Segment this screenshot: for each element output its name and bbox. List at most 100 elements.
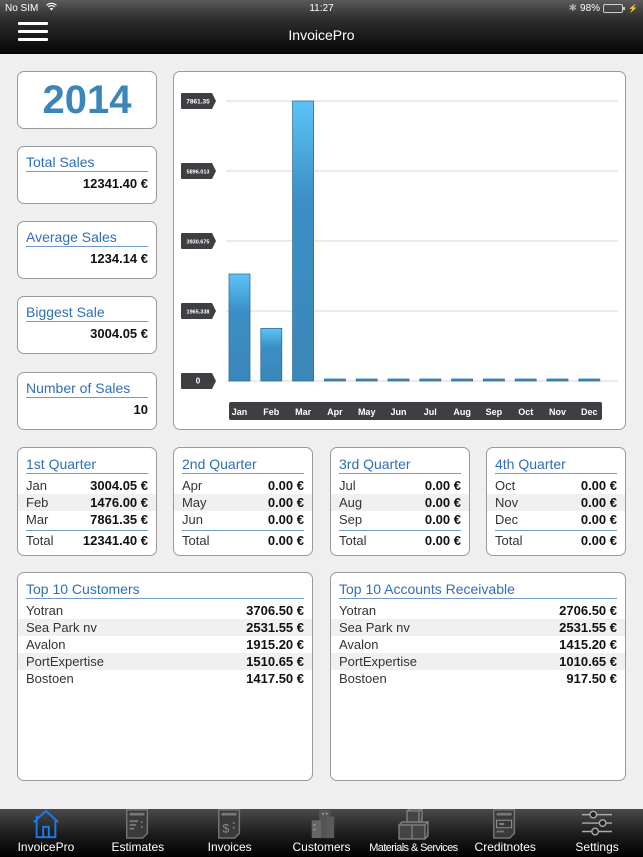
bar-sep[interactable] — [482, 378, 505, 382]
tab-estimates[interactable]: Estimates — [92, 809, 184, 857]
list-item[interactable]: Avalon 1415.20 € — [331, 636, 625, 653]
quarter-title: 3rd Quarter — [339, 456, 461, 474]
customer-name: Yotran — [339, 603, 377, 618]
total-label: Total — [26, 533, 54, 548]
stat-label: Average Sales — [26, 229, 148, 247]
estimate-document-icon — [125, 809, 148, 839]
creditnote-document-icon — [493, 809, 516, 839]
x-tick-label: Jan — [232, 407, 248, 417]
tab-settings[interactable]: Settings — [551, 809, 643, 857]
stat-label: Total Sales — [26, 154, 148, 172]
stat-value: 1234.14 € — [90, 251, 148, 266]
bar-mar[interactable] — [292, 100, 314, 382]
panel-title: Top 10 Accounts Receivable — [339, 581, 617, 599]
customer-name: Avalon — [26, 637, 66, 652]
x-tick-label: Jun — [390, 407, 406, 417]
battery-percent: 98% — [580, 3, 601, 14]
tab-label: Creditnotes — [474, 840, 536, 854]
list-item[interactable]: PortExpertise 1010.65 € — [331, 653, 625, 670]
quarter-row: Jun 0.00 € — [174, 511, 312, 528]
list-item[interactable]: Sea Park nv 2531.55 € — [331, 619, 625, 636]
list-item[interactable]: Yotran 3706.50 € — [18, 602, 312, 619]
quarter-panel: 4th Quarter Oct 0.00 € Nov 0.00 € Dec 0.… — [486, 447, 626, 556]
quarter-row: Jul 0.00 € — [331, 477, 469, 494]
tab-label: Invoices — [207, 840, 252, 854]
bar-jan[interactable] — [228, 273, 251, 382]
app-title: InvoicePro — [288, 27, 355, 43]
stat-total-sales: Total Sales 12341.40 € — [17, 146, 157, 204]
bar-oct[interactable] — [514, 378, 537, 382]
month-label: Mar — [26, 512, 49, 527]
tab-creditnotes[interactable]: Creditnotes — [459, 809, 551, 857]
month-label: Apr — [182, 478, 203, 493]
x-axis-label-strip — [229, 402, 602, 420]
amount: 2706.50 € — [559, 603, 617, 618]
quarter-total-row: Total 0.00 € — [339, 530, 461, 548]
total-label: Total — [495, 533, 523, 548]
bar-dec[interactable] — [578, 378, 601, 382]
month-label: Aug — [339, 495, 363, 510]
quarter-row: Sep 0.00 € — [331, 511, 469, 528]
quarter-row: May 0.00 € — [174, 494, 312, 511]
quarter-panel: 3rd Quarter Jul 0.00 € Aug 0.00 € Sep 0.… — [330, 447, 470, 556]
tab-invoicepro[interactable]: InvoicePro — [0, 809, 92, 857]
quarter-title: 1st Quarter — [26, 456, 148, 474]
bar-apr[interactable] — [323, 378, 346, 382]
stat-biggest-sale: Biggest Sale 3004.05 € — [17, 296, 157, 354]
bar-may[interactable] — [355, 378, 378, 382]
list-item[interactable]: Bostoen 917.50 € — [331, 670, 625, 687]
list-item[interactable]: Bostoen 1417.50 € — [18, 670, 312, 687]
month-label: Jul — [339, 478, 356, 493]
amount: 917.50 € — [566, 671, 617, 686]
month-label: Jun — [182, 512, 203, 527]
sliders-icon — [582, 810, 613, 836]
tab-customers[interactable]: Customers — [276, 809, 368, 857]
month-label: Feb — [26, 495, 49, 510]
monthly-sales-chart: 0 1965.338 3930.675 5896.013 7861.35 Jan Feb M… — [173, 71, 626, 430]
tab-label: Settings — [575, 840, 619, 854]
quarter-row: Mar 7861.35 € — [18, 511, 156, 528]
total-value: 0.00 € — [267, 533, 304, 548]
list-item[interactable]: Sea Park nv 2531.55 € — [18, 619, 312, 636]
total-value: 0.00 € — [424, 533, 461, 548]
x-tick-label: Jul — [424, 407, 437, 417]
x-tick-label: Mar — [295, 407, 312, 417]
y-tick-text: 5896.013 — [187, 169, 210, 175]
status-right: ✱ 98% ⚡ — [569, 3, 638, 14]
total-value: 12341.40 € — [82, 533, 148, 548]
bar-jul[interactable] — [419, 378, 442, 382]
amount: 2531.55 € — [246, 620, 304, 635]
list-item[interactable]: Yotran 2706.50 € — [331, 602, 625, 619]
tab-invoices[interactable]: $ Invoices — [184, 809, 276, 857]
bar-nov[interactable] — [546, 378, 569, 382]
list-item[interactable]: Avalon 1915.20 € — [18, 636, 312, 653]
invoice-dollar-icon: $ — [217, 809, 240, 839]
stat-label: Biggest Sale — [26, 304, 148, 322]
clock: 11:27 — [309, 3, 334, 14]
customer-name: Sea Park nv — [339, 620, 410, 635]
customer-name: Bostoen — [339, 671, 387, 686]
y-tick-label: 1965.338 — [181, 303, 216, 319]
quarter-row: Nov 0.00 € — [487, 494, 625, 511]
tab-materials-services[interactable]: Materials & Services — [367, 809, 459, 857]
month-value: 3004.05 € — [90, 478, 148, 493]
amount: 3706.50 € — [246, 603, 304, 618]
amount: 1417.50 € — [246, 671, 304, 686]
bar-aug[interactable] — [451, 378, 474, 382]
quarter-total-row: Total 0.00 € — [182, 530, 304, 548]
bar-jun[interactable] — [387, 378, 410, 382]
quarter-row: Dec 0.00 € — [487, 511, 625, 528]
month-value: 0.00 € — [267, 495, 304, 510]
month-value: 0.00 € — [267, 478, 304, 493]
total-label: Total — [339, 533, 367, 548]
tab-label: InvoicePro — [17, 840, 75, 854]
list-item[interactable]: PortExpertise 1510.65 € — [18, 653, 312, 670]
year-display[interactable]: 2014 — [17, 71, 157, 129]
tab-bar: InvoicePro Estimates $ Invoices Customer… — [0, 809, 643, 857]
amount: 1415.20 € — [559, 637, 617, 652]
y-tick-label: 5896.013 — [181, 162, 216, 179]
customer-name: PortExpertise — [26, 654, 105, 669]
stat-number-of-sales: Number of Sales 10 — [17, 372, 157, 430]
bar-feb[interactable] — [260, 328, 283, 382]
amount: 1010.65 € — [559, 654, 617, 669]
